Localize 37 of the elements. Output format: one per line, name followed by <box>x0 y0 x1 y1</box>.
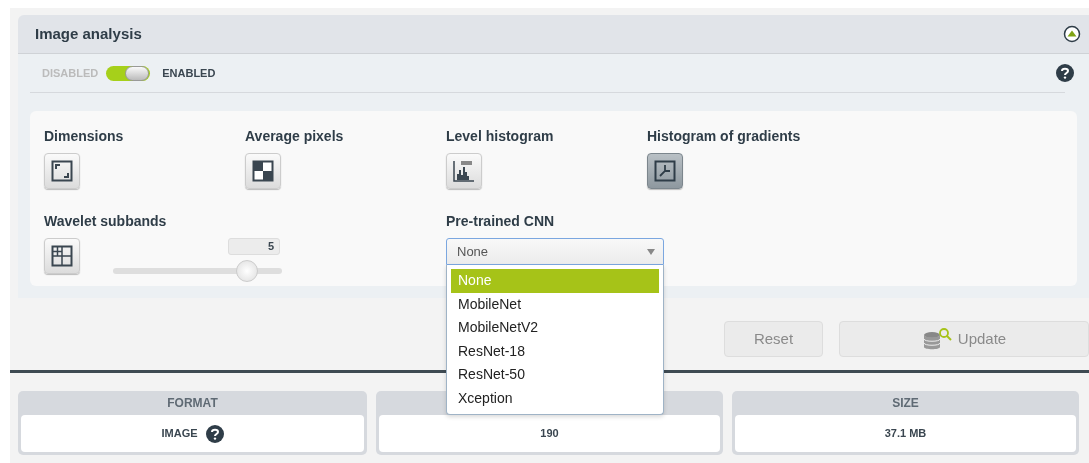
stat-heading: SIZE <box>891 395 920 412</box>
dropdown-option[interactable]: MobileNet <box>451 292 659 316</box>
enabled-label: ENABLED <box>162 65 216 81</box>
feature-label: Wavelet subbands <box>44 212 168 231</box>
slider-value: 5 <box>228 238 280 255</box>
enable-switch[interactable] <box>106 65 151 81</box>
stat-heading: FORMAT <box>166 395 219 412</box>
gradient-icon <box>654 160 676 182</box>
dropdown-option[interactable]: ResNet-50 <box>451 363 659 387</box>
feature-toggle[interactable] <box>44 153 80 189</box>
panel-title: Image analysis <box>35 23 142 44</box>
feature-label: Histogram of gradients <box>647 127 802 146</box>
feature-toggle[interactable] <box>446 153 482 189</box>
dropdown-option[interactable]: MobileNetV2 <box>451 316 659 340</box>
database-search-icon <box>921 327 952 351</box>
feature-label: Dimensions <box>44 127 125 146</box>
collapse-icon[interactable] <box>1063 25 1081 43</box>
histogram-icon <box>452 159 476 183</box>
stat-value: IMAGE <box>161 426 198 442</box>
feature-label: Average pixels <box>245 127 345 146</box>
help-icon[interactable] <box>1056 64 1074 82</box>
feature-label: Level histogram <box>446 127 555 146</box>
slider-thumb[interactable] <box>235 260 258 282</box>
checker-icon <box>252 160 274 182</box>
stat-value: 37.1 MB <box>884 426 927 442</box>
frame-icon <box>51 160 73 182</box>
stat-value: 190 <box>540 426 559 442</box>
help-icon[interactable] <box>205 424 224 443</box>
feature-toggle[interactable] <box>647 153 683 189</box>
feature-toggle[interactable] <box>44 238 80 274</box>
caret-icon <box>647 248 655 255</box>
grid-icon <box>51 245 73 267</box>
feature-label: Pre-trained CNN <box>446 212 556 231</box>
feature-toggle[interactable] <box>245 153 281 189</box>
dropdown-option[interactable]: Xception <box>451 386 659 410</box>
disabled-label: DISABLED <box>42 65 99 81</box>
dropdown-option[interactable]: ResNet-18 <box>451 339 659 363</box>
